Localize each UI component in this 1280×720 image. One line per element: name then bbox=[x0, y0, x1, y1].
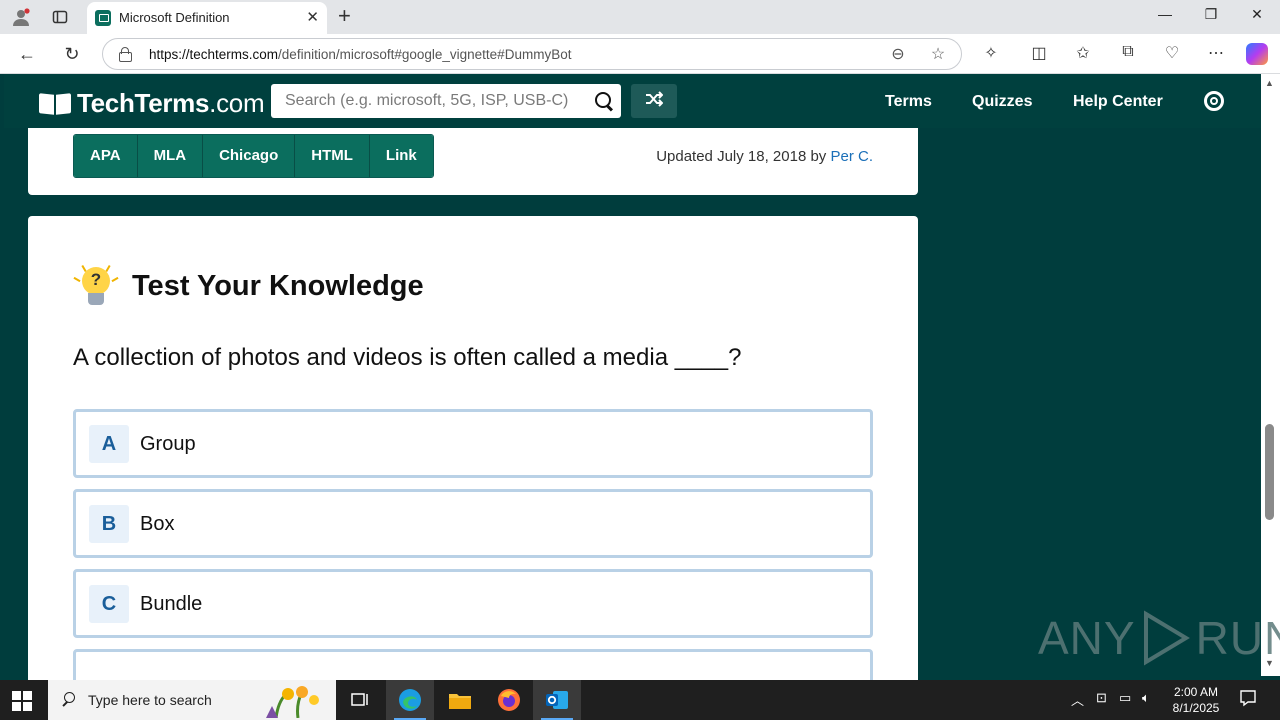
tab-close-icon[interactable]: ✕ bbox=[306, 8, 319, 26]
watermark-left: ANY bbox=[1038, 612, 1136, 664]
address-bar[interactable]: https://techterms.com/definition/microso… bbox=[102, 38, 962, 70]
show-hidden-icons-icon[interactable]: ︿ bbox=[1071, 690, 1084, 709]
techterms-favicon-icon bbox=[95, 10, 111, 26]
cite-html-button[interactable]: HTML bbox=[295, 135, 370, 177]
search-icon[interactable] bbox=[595, 92, 613, 110]
book-logo-icon bbox=[39, 92, 71, 116]
clock-time: 2:00 AM bbox=[1173, 685, 1219, 699]
windows-taskbar: Type here to search ︿ ⊡ ▭ 🔈︎ 2:00 AM 8/1… bbox=[0, 680, 1280, 720]
search-input[interactable] bbox=[271, 84, 581, 118]
copilot-icon[interactable] bbox=[1246, 43, 1268, 65]
refresh-icon[interactable]: ↻ bbox=[60, 42, 84, 66]
nav-quizzes[interactable]: Quizzes bbox=[972, 93, 1032, 111]
nav-help-center[interactable]: Help Center bbox=[1073, 93, 1163, 111]
cite-chicago-button[interactable]: Chicago bbox=[203, 135, 296, 177]
extensions-icon[interactable]: ✧ bbox=[979, 43, 1003, 63]
page-scrollbar[interactable]: ▲ ▼ bbox=[1261, 74, 1280, 676]
option-letter: A bbox=[89, 425, 129, 463]
windows-start-icon[interactable] bbox=[12, 691, 32, 711]
tab-actions-icon[interactable] bbox=[47, 5, 73, 29]
favorite-star-icon[interactable]: ☆ bbox=[927, 44, 949, 64]
cite-apa-button[interactable]: APA bbox=[74, 135, 138, 177]
option-text: Bundle bbox=[140, 593, 203, 615]
nav-terms[interactable]: Terms bbox=[885, 93, 932, 111]
url-text[interactable]: https://techterms.com/definition/microso… bbox=[149, 47, 571, 62]
task-view-icon[interactable] bbox=[336, 680, 384, 720]
tab-active[interactable]: Microsoft Definition ✕ bbox=[87, 2, 327, 34]
cite-mla-button[interactable]: MLA bbox=[137, 135, 204, 177]
network-icon[interactable]: ▭ bbox=[1119, 690, 1131, 706]
restore-icon[interactable]: ❐ bbox=[1196, 6, 1226, 23]
updated-date: Updated July 18, 2018 by bbox=[656, 148, 827, 165]
play-logo-icon bbox=[1143, 610, 1190, 666]
taskbar-search-box[interactable]: Type here to search bbox=[48, 680, 336, 720]
browser-essentials-icon[interactable]: ♡ bbox=[1160, 43, 1184, 63]
minimize-icon[interactable]: — bbox=[1150, 6, 1180, 22]
flowers-decoration-icon bbox=[266, 686, 319, 718]
profile-icon[interactable] bbox=[8, 5, 34, 29]
logo-suffix: .com bbox=[209, 88, 265, 118]
option-text: Box bbox=[140, 513, 175, 535]
read-aloud-icon[interactable]: ⊖ bbox=[887, 44, 909, 64]
browser-tab-bar: Microsoft Definition ✕ + — ❐ ✕ bbox=[0, 0, 1280, 34]
system-clock[interactable]: 2:00 AM 8/1/2025 bbox=[1166, 684, 1226, 716]
logo-main: TechTerms bbox=[77, 88, 210, 118]
back-icon[interactable]: ← bbox=[15, 42, 39, 66]
author-link[interactable]: Per C. bbox=[830, 148, 873, 165]
lightbulb-icon: ? bbox=[73, 264, 119, 310]
anyrun-watermark: ANY RUN bbox=[1038, 610, 1280, 666]
answer-option-a[interactable]: A Group bbox=[73, 409, 873, 478]
file-explorer-icon[interactable] bbox=[436, 680, 484, 720]
answer-option-b[interactable]: B Box bbox=[73, 489, 873, 558]
scroll-up-arrow-icon[interactable]: ▲ bbox=[1265, 78, 1274, 88]
taskbar-search-placeholder: Type here to search bbox=[88, 692, 212, 708]
outlook-icon[interactable] bbox=[533, 680, 581, 720]
site-logo[interactable]: TechTerms.com bbox=[39, 88, 265, 119]
volume-icon[interactable]: 🔈︎ bbox=[1142, 690, 1150, 706]
quiz-card: ? Test Your Knowledge A collection of ph… bbox=[28, 216, 918, 718]
random-term-button[interactable] bbox=[631, 84, 677, 118]
answer-option-c[interactable]: C Bundle bbox=[73, 569, 873, 638]
option-letter: C bbox=[89, 585, 129, 623]
site-search bbox=[271, 84, 621, 118]
settings-gear-icon[interactable] bbox=[1204, 91, 1224, 111]
window-close-icon[interactable]: ✕ bbox=[1242, 6, 1272, 23]
citation-card: APA MLA Chicago HTML Link Updated July 1… bbox=[28, 128, 918, 195]
shuffle-icon bbox=[646, 91, 664, 107]
option-text: Group bbox=[140, 433, 196, 455]
watermark-right: RUN bbox=[1195, 612, 1280, 664]
quiz-question: A collection of photos and videos is oft… bbox=[73, 344, 742, 371]
split-screen-icon[interactable]: ◫ bbox=[1027, 43, 1051, 63]
collections-icon[interactable]: ⧉ bbox=[1116, 43, 1140, 61]
search-icon bbox=[62, 692, 76, 706]
edge-taskbar-icon[interactable] bbox=[386, 680, 434, 720]
site-header: TechTerms.com Terms Quizzes Help Center bbox=[4, 74, 1261, 128]
option-letter: B bbox=[89, 505, 129, 543]
favorites-icon[interactable]: ✩ bbox=[1071, 43, 1095, 63]
clock-date: 8/1/2025 bbox=[1172, 701, 1220, 715]
firefox-icon[interactable] bbox=[485, 680, 533, 720]
notifications-icon[interactable] bbox=[1239, 689, 1257, 710]
updated-info: Updated July 18, 2018 by Per C. bbox=[656, 148, 873, 165]
citation-button-group: APA MLA Chicago HTML Link bbox=[73, 134, 434, 178]
new-tab-icon[interactable]: + bbox=[338, 4, 351, 28]
cite-link-button[interactable]: Link bbox=[369, 135, 433, 177]
lock-icon[interactable] bbox=[119, 47, 132, 62]
scrollbar-thumb[interactable] bbox=[1265, 424, 1274, 520]
tab-title: Microsoft Definition bbox=[119, 10, 230, 25]
device-icon[interactable]: ⊡ bbox=[1096, 690, 1107, 706]
more-options-icon[interactable]: ⋯ bbox=[1204, 43, 1228, 63]
address-bar-row: ← ↻ https://techterms.com/definition/mic… bbox=[0, 34, 1280, 74]
quiz-title: Test Your Knowledge bbox=[132, 270, 424, 302]
